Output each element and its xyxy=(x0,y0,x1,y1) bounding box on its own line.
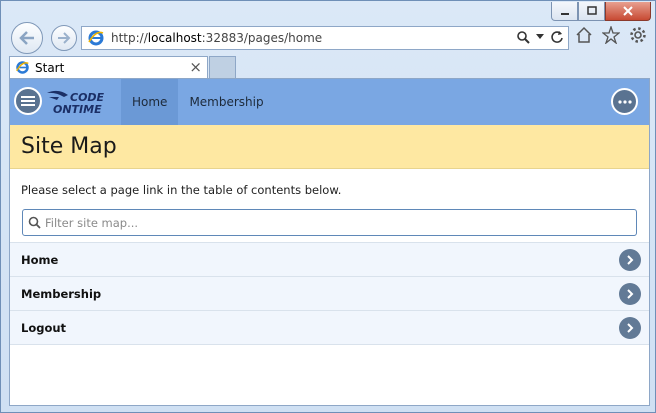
nav-item-home[interactable]: Home xyxy=(121,79,179,125)
site-map-item-logout[interactable]: Logout xyxy=(10,311,649,345)
page-header-band: Site Map xyxy=(10,125,649,169)
browser-window: http://localhost:32883/pages/home Start … xyxy=(0,0,656,413)
maximize-button[interactable] xyxy=(578,2,605,21)
url-scheme: http:// xyxy=(111,31,148,45)
minimize-button[interactable] xyxy=(551,2,578,21)
close-icon xyxy=(623,6,633,16)
forward-button[interactable] xyxy=(51,25,77,51)
search-icon xyxy=(28,216,41,229)
filter-input[interactable] xyxy=(45,215,636,230)
ie-logo-icon xyxy=(16,61,29,74)
site-map-filter[interactable] xyxy=(22,209,637,236)
ie-logo-icon xyxy=(88,30,104,46)
app-nav: Home Membership xyxy=(121,79,275,125)
settings-gear-icon[interactable] xyxy=(629,26,647,44)
tab-title: Start xyxy=(35,60,65,75)
close-window-button[interactable] xyxy=(605,2,651,21)
back-button[interactable] xyxy=(11,22,43,54)
chevron-right-icon[interactable] xyxy=(619,283,641,305)
chevron-right-icon[interactable] xyxy=(619,317,641,339)
favorites-star-icon[interactable] xyxy=(602,26,620,44)
code-ontime-logo[interactable]: CODE ONTIME xyxy=(46,88,112,116)
main-menu-button[interactable] xyxy=(14,87,42,115)
forward-arrow-icon xyxy=(58,32,71,44)
nav-item-membership[interactable]: Membership xyxy=(178,79,274,125)
site-map-item-home[interactable]: Home xyxy=(10,243,649,277)
maximize-icon xyxy=(586,6,597,15)
intro-text: Please select a page link in the table o… xyxy=(21,183,342,197)
address-tools xyxy=(516,30,564,44)
minimize-icon xyxy=(560,13,569,15)
home-icon[interactable] xyxy=(575,26,593,44)
address-bar[interactable]: http://localhost:32883/pages/home xyxy=(81,26,569,50)
svg-text:ONTIME: ONTIME xyxy=(53,103,102,116)
list-item-label: Membership xyxy=(21,286,102,301)
tab-close-icon[interactable]: × xyxy=(189,59,202,75)
chevron-right-icon[interactable] xyxy=(619,249,641,271)
window-caption-buttons xyxy=(551,2,651,21)
page-viewport: CODE ONTIME Home Membership Site Map Ple… xyxy=(9,78,650,406)
app-toolbar: CODE ONTIME Home Membership xyxy=(10,79,649,125)
more-options-icon xyxy=(617,99,632,104)
browser-tab-active[interactable]: Start × xyxy=(9,56,208,78)
site-map-item-membership[interactable]: Membership xyxy=(10,277,649,311)
back-arrow-icon xyxy=(19,31,34,45)
list-item-label: Logout xyxy=(21,320,67,335)
more-options-button[interactable] xyxy=(611,88,638,115)
site-map-list: Home Membership Logout xyxy=(10,242,649,345)
list-item-label: Home xyxy=(21,252,59,267)
browser-nav-bar: http://localhost:32883/pages/home xyxy=(9,22,647,55)
search-icon[interactable] xyxy=(516,30,530,44)
url-path: :32883/pages/home xyxy=(201,31,323,45)
browser-tools xyxy=(575,26,647,44)
url-host: localhost xyxy=(147,31,202,45)
page-title: Site Map xyxy=(21,134,117,159)
refresh-icon[interactable] xyxy=(550,30,564,44)
dropdown-icon[interactable] xyxy=(536,34,544,40)
new-tab-button[interactable] xyxy=(209,56,236,78)
hamburger-menu-icon xyxy=(21,96,35,106)
